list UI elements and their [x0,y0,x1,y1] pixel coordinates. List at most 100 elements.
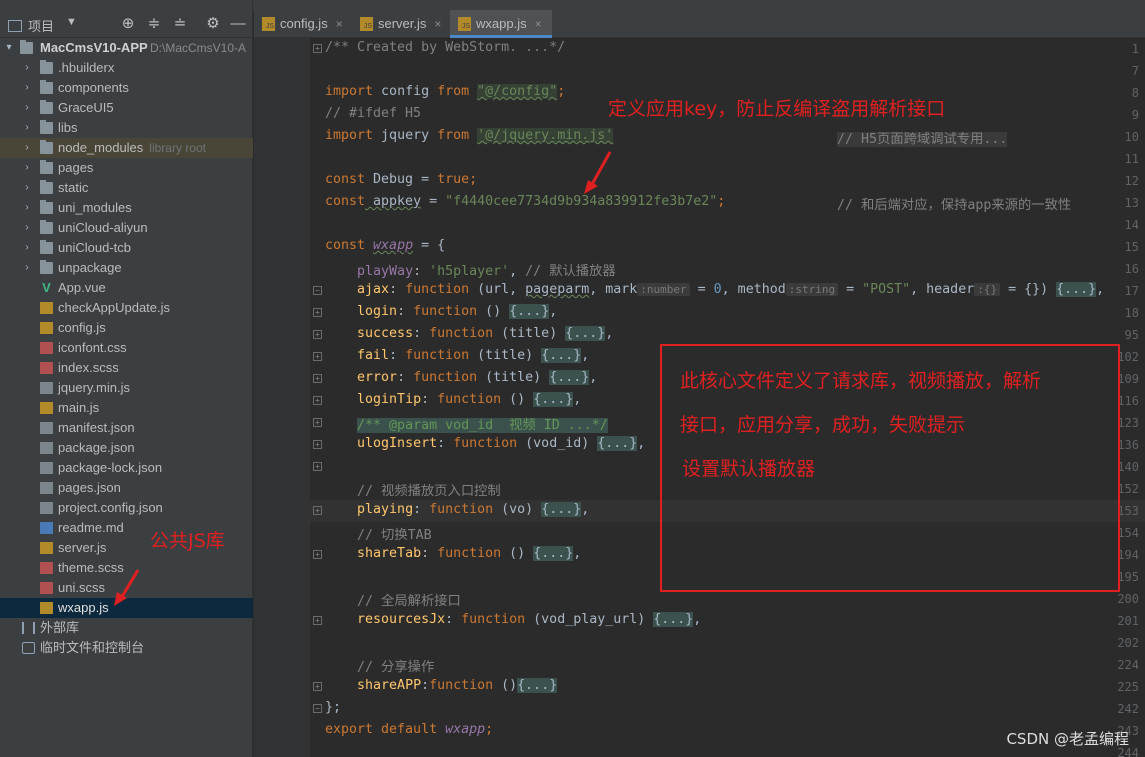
code-keyword: true [437,172,470,187]
tree-folder[interactable]: › components [0,78,253,98]
css-file-icon [40,342,53,354]
fold-toggle-icon[interactable]: + [313,616,322,625]
tree-file[interactable]: index.scss [0,358,253,378]
project-view-selector[interactable]: 项目 [8,16,54,35]
folder-icon [40,140,53,154]
close-icon[interactable]: × [336,17,343,31]
tree-file[interactable]: pages.json [0,478,253,498]
tree-file[interactable]: jquery.min.js [0,378,253,398]
tree-file[interactable]: iconfont.css [0,338,253,358]
tree-external-libraries[interactable]: 外部库 [0,618,253,638]
expand-all-icon[interactable]: ≑ [144,14,164,34]
folded-region[interactable]: {...} [509,304,550,319]
folded-region[interactable]: {...} [597,436,638,451]
folded-region[interactable]: {...} [517,678,558,693]
tree-file[interactable]: main.js [0,398,253,418]
code-params: (vod_id) [525,436,590,451]
tree-file[interactable]: V App.vue [0,278,253,298]
tree-folder[interactable]: › GraceUI5 [0,98,253,118]
chevron-down-icon[interactable]: ▾ [4,38,14,58]
tree-folder[interactable]: › .hbuilderx [0,58,253,78]
folded-region[interactable]: {...} [653,612,694,627]
gear-icon[interactable]: ⚙ [203,14,223,34]
folder-label: static [58,180,89,195]
folded-region[interactable]: {...} [533,546,574,561]
code-params: (title) [485,370,542,385]
tree-folder[interactable]: › uni_modules [0,198,253,218]
folded-region[interactable]: {...} [549,370,590,385]
folder-icon [40,160,53,174]
scss-file-icon [40,582,53,594]
file-label: index.scss [58,360,119,375]
chevron-right-icon[interactable]: › [22,98,32,118]
tree-folder[interactable]: › static [0,178,253,198]
fold-toggle-icon[interactable]: + [313,506,322,515]
chevron-right-icon[interactable]: › [22,118,32,138]
code-doc-comment[interactable]: /** @param vod_id 视频 ID ...*/ [357,418,608,433]
hide-icon[interactable]: — [228,14,248,34]
code-comment: // 切换TAB [357,528,432,543]
chevron-right-icon[interactable]: › [22,198,32,218]
folded-region[interactable]: {...} [541,502,582,517]
tree-scratches[interactable]: 临时文件和控制台 [0,638,253,658]
tree-file[interactable]: package.json [0,438,253,458]
project-title: 项目 [28,19,55,34]
folder-label: libs [58,120,78,135]
tree-folder[interactable]: › pages [0,158,253,178]
chevron-right-icon[interactable]: › [22,138,32,158]
chevron-right-icon[interactable]: › [22,78,32,98]
chevron-right-icon[interactable]: › [22,238,32,258]
folder-icon [40,180,53,194]
tree-folder[interactable]: › uniCloud-tcb [0,238,253,258]
chevron-right-icon[interactable]: › [22,58,32,78]
fold-toggle-icon[interactable]: + [313,374,322,383]
line-number: 14 [1124,218,1139,232]
chevron-right-icon[interactable]: › [22,258,32,278]
fold-toggle-icon[interactable]: + [313,308,322,317]
fold-toggle-icon[interactable]: − [313,704,322,713]
collapse-all-icon[interactable]: ≐ [170,14,190,34]
tree-file[interactable]: checkAppUpdate.js [0,298,253,318]
close-icon[interactable]: × [434,17,441,31]
fold-toggle-icon[interactable]: + [313,352,322,361]
json-file-icon [40,462,53,474]
code-params: () [501,678,518,693]
tree-file[interactable]: manifest.json [0,418,253,438]
fold-toggle-icon[interactable]: + [313,330,322,339]
tree-file[interactable]: project.config.json [0,498,253,518]
tree-folder[interactable]: › uniCloud-aliyun [0,218,253,238]
js-file-icon: JS [360,17,373,31]
tree-root[interactable]: ▾ MacCmsV10-APP D:\MacCmsV10-A [0,38,253,58]
fold-toggle-icon[interactable]: + [313,462,322,471]
tree-file[interactable]: config.js [0,318,253,338]
scss-file-icon [40,362,53,374]
tree-folder[interactable]: › libs [0,118,253,138]
tab-server-js[interactable]: JS server.js × [352,10,448,38]
fold-toggle-icon[interactable]: + [313,418,322,427]
tree-file[interactable]: package-lock.json [0,458,253,478]
fold-toggle-icon[interactable]: − [313,286,322,295]
locate-icon[interactable]: ⊕ [118,14,138,34]
tab-wxapp-js[interactable]: JS wxapp.js × [450,10,552,38]
code-identifier: appkey [365,194,422,209]
type-hint: :{} [974,283,1001,296]
folded-region[interactable]: {...} [533,392,574,407]
tree-folder[interactable]: › node_modules library root [0,138,253,158]
folded-region[interactable]: {...} [565,326,606,341]
fold-toggle-icon[interactable]: + [313,44,322,53]
folded-region[interactable]: {...} [541,348,582,363]
chevron-right-icon[interactable]: › [22,158,32,178]
folded-region[interactable]: {...} [1056,282,1097,297]
chevron-down-icon[interactable]: ▼ [66,16,77,28]
fold-toggle-icon[interactable]: + [313,550,322,559]
fold-toggle-icon[interactable]: + [313,682,322,691]
tab-config-js[interactable]: JS config.js × [254,10,350,38]
fold-toggle-icon[interactable]: + [313,396,322,405]
close-icon[interactable]: × [535,17,542,31]
chevron-right-icon[interactable]: › [22,218,32,238]
chevron-right-icon[interactable]: › [22,178,32,198]
fold-toggle-icon[interactable]: + [313,440,322,449]
tree-folder[interactable]: › unpackage [0,258,253,278]
code-string: '@/jquery.min.js' [477,128,614,143]
code-keyword: import [325,128,374,143]
